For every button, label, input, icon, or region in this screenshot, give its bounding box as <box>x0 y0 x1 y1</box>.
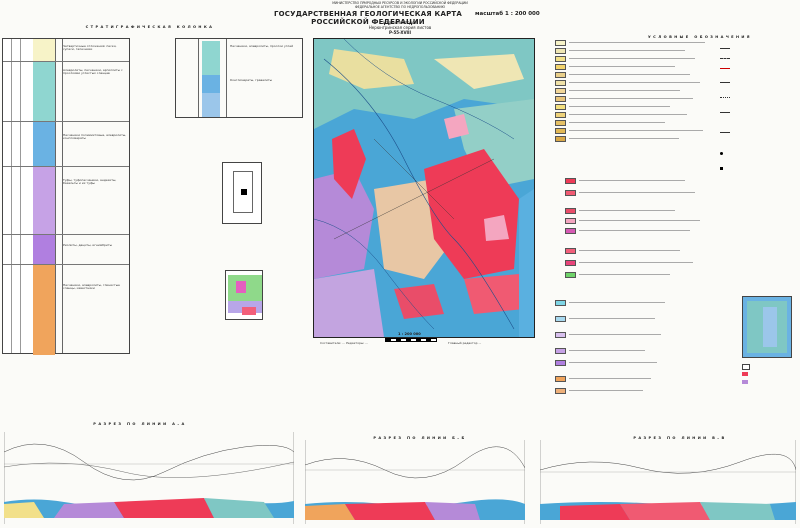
map-geology-shapes <box>314 39 534 337</box>
section-b <box>304 440 526 524</box>
geological-map[interactable] <box>313 38 535 338</box>
section-c <box>539 440 797 524</box>
sheet-number: P-55-XVIII <box>388 30 412 35</box>
legend-column-1 <box>555 40 715 150</box>
legend-metamorphic <box>555 300 675 410</box>
legend-title: УСЛОВНЫЕ ОБОЗНАЧЕНИЯ <box>648 35 752 39</box>
correlation-column: Песчаники, алевролиты, прослои углей Кон… <box>175 38 303 118</box>
lithology-column <box>33 39 55 355</box>
stratigraphic-column: Четвертичные отложения: пески, супеси, г… <box>2 38 130 355</box>
ministry-line-2: ФЕДЕРАЛЬНОЕ АГЕНТСТВО ПО НЕДРОПОЛЬЗОВАНИ… <box>354 5 446 9</box>
legend-intrusive <box>565 178 715 288</box>
section-a-title: РАЗРЕЗ ПО ЛИНИИ А–А <box>93 422 187 426</box>
location-scheme <box>222 162 262 224</box>
structural-scheme <box>742 296 792 358</box>
legend-symbols <box>720 42 798 182</box>
tectonic-scheme <box>225 270 263 320</box>
small-legend-boxes <box>742 362 792 402</box>
map-scale-label: 1 : 200 000 <box>398 332 421 336</box>
section-a <box>3 432 295 524</box>
map-scale: масштаб 1 : 200 000 <box>475 11 540 17</box>
stratigraphic-column-title: СТРАТИГРАФИЧЕСКАЯ КОЛОНКА <box>85 25 215 29</box>
